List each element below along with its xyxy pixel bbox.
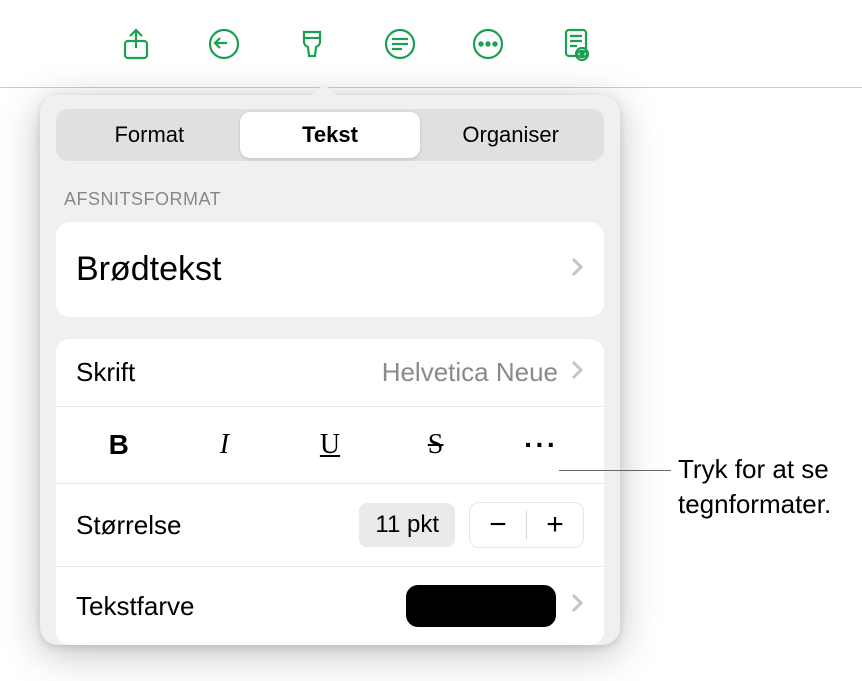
paragraph-style-row[interactable]: Brødtekst xyxy=(56,222,604,317)
document-view-icon[interactable] xyxy=(558,26,594,62)
size-row: Størrelse 11 pkt − + xyxy=(56,484,604,567)
tab-text[interactable]: Tekst xyxy=(240,112,421,158)
section-header-paragraph: AFSNITSFORMAT xyxy=(56,189,604,222)
tab-organize[interactable]: Organiser xyxy=(420,112,601,158)
callout-line-2: tegnformater. xyxy=(678,487,831,522)
size-increase-button[interactable]: + xyxy=(527,503,583,547)
more-icon[interactable] xyxy=(470,26,506,62)
size-value: 11 pkt xyxy=(359,503,455,547)
format-brush-icon[interactable] xyxy=(294,26,330,62)
format-popover: Format Tekst Organiser AFSNITSFORMAT Brø… xyxy=(40,95,620,645)
chevron-right-icon xyxy=(570,592,584,620)
segmented-control: Format Tekst Organiser xyxy=(56,109,604,161)
undo-icon[interactable] xyxy=(206,26,242,62)
bold-button[interactable]: B xyxy=(66,423,172,467)
size-stepper: − + xyxy=(469,502,584,548)
font-label: Skrift xyxy=(76,357,135,388)
size-label: Størrelse xyxy=(76,510,181,541)
font-row[interactable]: Skrift Helvetica Neue xyxy=(56,339,604,407)
text-color-swatch[interactable] xyxy=(406,585,556,627)
font-value: Helvetica Neue xyxy=(382,357,558,388)
font-card: Skrift Helvetica Neue B I U S ··· Større… xyxy=(56,339,604,645)
tab-format[interactable]: Format xyxy=(59,112,240,158)
strikethrough-button[interactable]: S xyxy=(383,423,489,467)
chevron-right-icon xyxy=(570,256,584,284)
text-color-label: Tekstfarve xyxy=(76,591,195,622)
paragraph-style-value: Brødtekst xyxy=(76,250,221,289)
callout-leader-line xyxy=(559,470,671,471)
text-style-row: B I U S ··· xyxy=(56,407,604,484)
paragraph-style-card: Brødtekst xyxy=(56,222,604,317)
italic-button[interactable]: I xyxy=(172,423,278,467)
chevron-right-icon xyxy=(570,359,584,387)
size-decrease-button[interactable]: − xyxy=(470,503,526,547)
text-color-row[interactable]: Tekstfarve xyxy=(56,567,604,645)
insert-icon[interactable] xyxy=(382,26,418,62)
share-icon[interactable] xyxy=(118,26,154,62)
top-toolbar xyxy=(0,0,862,88)
underline-button[interactable]: U xyxy=(277,423,383,467)
more-text-options-button[interactable]: ··· xyxy=(488,429,594,461)
callout-line-1: Tryk for at se xyxy=(678,452,831,487)
callout-text: Tryk for at se tegnformater. xyxy=(678,452,831,522)
